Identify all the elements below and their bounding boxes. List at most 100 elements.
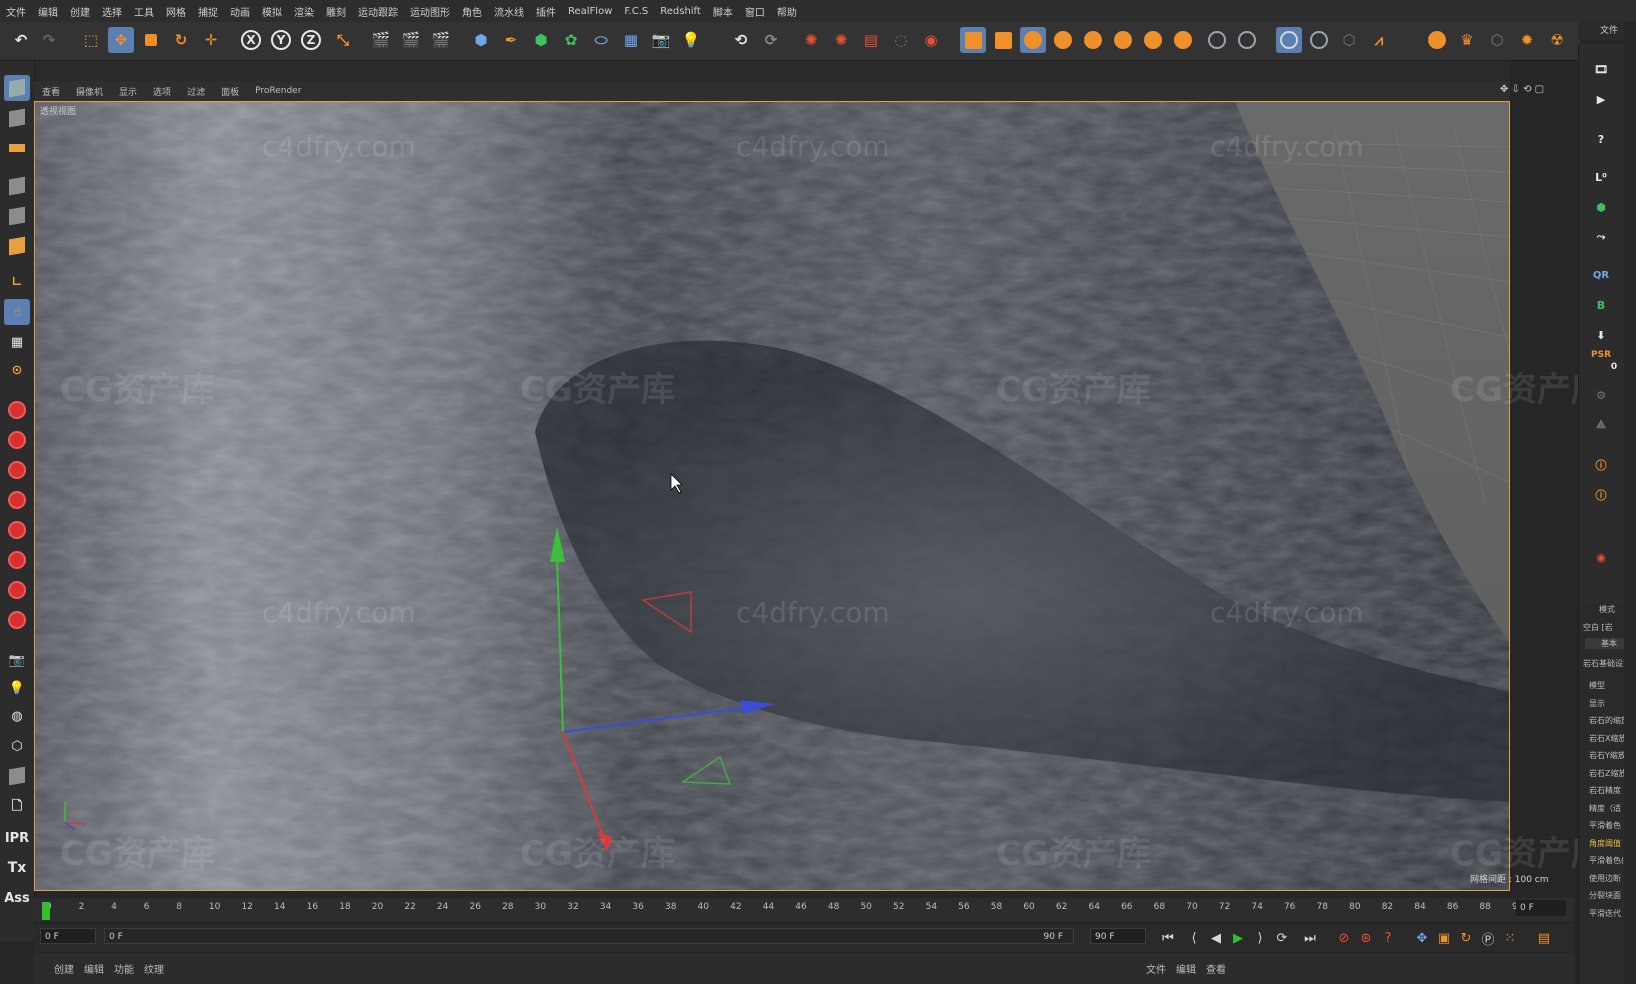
pen-spline-icon[interactable]: ✒ [498,27,524,53]
viewport-menu-item[interactable]: 选项 [145,85,179,98]
material-menu-item[interactable]: 创建 [54,961,74,976]
prev-key-icon[interactable]: ⟨ [1184,928,1204,948]
menu-item[interactable]: 创建 [64,4,96,19]
end-frame-field[interactable]: 90 F [1090,928,1146,944]
menu-item[interactable]: 编辑 [32,4,64,19]
rs-light-icon[interactable] [4,457,30,483]
shading-b-icon[interactable] [1050,27,1076,53]
tweak-mode-icon[interactable]: ☝ [4,299,30,325]
light-object-icon[interactable]: 💡 [4,675,30,701]
menu-item[interactable]: 雕刻 [320,4,352,19]
material-menu-item[interactable]: 功能 [114,961,134,976]
timeline-menu-icon[interactable]: ▤ [1534,928,1554,948]
shading-e-icon[interactable] [1140,27,1166,53]
menu-item[interactable]: 工具 [128,4,160,19]
rs-object-a-icon[interactable] [4,397,30,423]
menu-item[interactable]: 捕捉 [192,4,224,19]
view-mode-b-icon[interactable] [990,27,1016,53]
frame-range-slider[interactable]: 0 F 90 F [104,928,1074,944]
attr-item[interactable]: 精度（适 [1589,803,1621,814]
attr-item[interactable]: 岩石X缩放 [1589,733,1626,744]
redshift-ipr-icon[interactable]: ⟳ [758,27,784,53]
plugin-c-icon[interactable]: ▤ [858,27,884,53]
points-mode-icon[interactable] [4,173,30,199]
render-view-icon[interactable]: 🎬 [368,27,394,53]
goto-start-icon[interactable]: ⏮ [1158,928,1178,948]
z-axis-lock-button[interactable]: Z [298,27,324,53]
menu-item[interactable]: 脚本 [707,4,739,19]
attr-item[interactable]: 岩石Y缩放 [1589,750,1626,761]
redo-icon[interactable]: ↷ [36,27,62,53]
menu-item[interactable]: 运动跟踪 [352,4,404,19]
edges-mode-icon[interactable] [4,203,30,229]
x-axis-lock-button[interactable]: X [238,27,264,53]
solid-cube-icon[interactable] [4,763,30,789]
perspective-viewport[interactable] [34,101,1510,891]
rs-sky-icon[interactable] [4,607,30,633]
key-position-icon[interactable]: ✥ [1412,928,1432,948]
info-a-icon[interactable]: ⓘ [1587,452,1615,478]
redshift-render-icon[interactable]: ⟲ [728,27,754,53]
record-icon[interactable]: ◉ [1587,544,1615,570]
render-settings-icon[interactable]: 🎬 [428,27,454,53]
material-menu-item[interactable]: 纹理 [144,961,164,976]
spline-icon[interactable]: ⤳ [1587,224,1615,250]
radiation-icon[interactable]: ☢ [1544,27,1570,53]
sculpt-icon[interactable]: ⟁ [1587,412,1615,438]
rotate-tool-icon[interactable]: ↻ [168,27,194,53]
info-b-icon[interactable]: ⓘ [1587,482,1615,508]
render-active-icon[interactable]: ▶ [1587,86,1615,112]
viewport-menu-item[interactable]: ProRender [247,86,309,96]
scale-tool-icon[interactable] [138,27,164,53]
shading-a-icon[interactable] [1020,27,1046,53]
workplane-icon[interactable] [4,135,30,161]
menu-item[interactable]: 运动图形 [404,4,456,19]
live-selection-icon[interactable]: ⬚ [78,27,104,53]
key-scale-icon[interactable]: ▣ [1434,928,1454,948]
render-region-icon[interactable]: 🎞 [1587,56,1615,82]
sky-object-icon[interactable]: ◍ [4,703,30,729]
prev-frame-icon[interactable]: ◀ [1206,928,1226,948]
snap-icon[interactable]: ▦ [4,329,30,355]
attr-item[interactable]: 岩石Z缩放 [1589,768,1626,779]
qr-button[interactable]: QR [1587,262,1615,288]
cube-object-icon[interactable]: ⬢ [468,27,494,53]
start-frame-field[interactable]: 0 F [40,928,96,944]
attr-item[interactable]: 显示 [1589,698,1605,709]
camera-icon[interactable]: 📷 [648,27,674,53]
attr-item[interactable]: 模型 [1589,680,1605,691]
array-icon[interactable]: ✿ [558,27,584,53]
viewport-menu-item[interactable]: 摄像机 [68,85,111,98]
attr-item[interactable]: 平滑迭代 [1589,908,1621,919]
texture-mode-icon[interactable] [4,105,30,131]
key-parameter-icon[interactable]: Ⓟ [1478,928,1498,948]
help-icon[interactable]: ? [1587,126,1615,152]
ass-button[interactable]: Ass [4,885,30,911]
transform-tool-icon[interactable]: ✛ [198,27,224,53]
view-mode-a-icon[interactable] [960,27,986,53]
move-tool-icon[interactable]: ✥ [108,27,134,53]
record-key-icon[interactable]: ⊘ [1334,928,1354,948]
menu-item[interactable]: F.C.S [618,6,654,17]
menu-item[interactable]: 渲染 [288,4,320,19]
menu-item[interactable]: 窗口 [739,4,771,19]
extra-c-icon[interactable]: ⬡ [1484,27,1510,53]
keyframe-selection-icon[interactable]: ? [1378,928,1398,948]
lock-workplane-icon[interactable]: ⊙ [4,357,30,383]
display-a-icon[interactable] [1276,27,1302,53]
timeline-ruler[interactable]: 0246810121416182022242628303234363840424… [34,898,1574,922]
attr-item[interactable]: 分裂块面 [1589,890,1621,901]
menu-item[interactable]: 文件 [0,4,32,19]
current-frame-field[interactable]: 0 F [1516,900,1566,916]
menu-item[interactable]: 网格 [160,4,192,19]
plugin-e-icon[interactable]: ◉ [918,27,944,53]
viewport-menu-item[interactable]: 过滤 [179,85,213,98]
rs-volume-icon[interactable] [4,547,30,573]
menu-item[interactable]: Redshift [654,6,707,17]
rs-object-b-icon[interactable] [4,427,30,453]
wireframe-cube-icon[interactable]: ⬡ [4,733,30,759]
material-menu-item[interactable]: 编辑 [84,961,104,976]
shading-d-icon[interactable] [1110,27,1136,53]
viewport-nav-icons[interactable]: ✥ ⇩ ⟲ ▢ [1500,84,1544,95]
autokey-icon[interactable]: ⊛ [1356,928,1376,948]
